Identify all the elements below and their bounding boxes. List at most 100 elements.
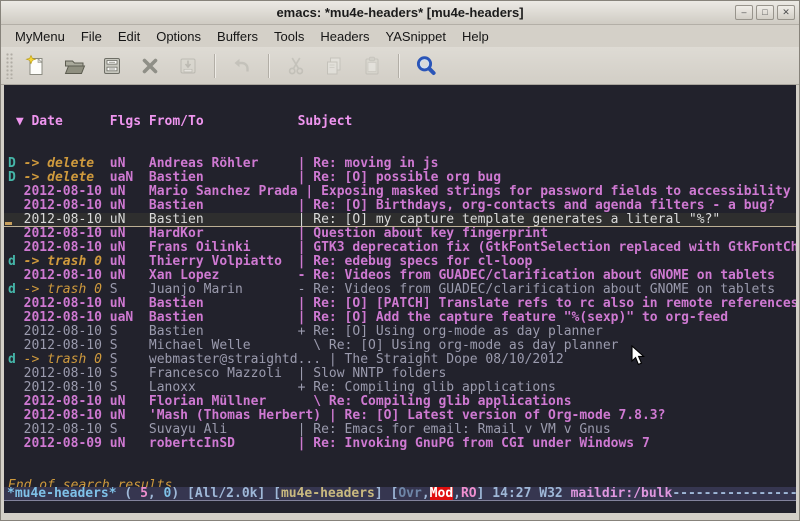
message-text: 2012-08-10 S Bastien + Re: [O] Using org… <box>8 324 603 339</box>
close-button[interactable]: ✕ <box>777 5 795 20</box>
toolbar-grip-handle[interactable] <box>6 53 14 79</box>
toolbar-separator <box>214 54 216 78</box>
toolbar-separator <box>268 54 270 78</box>
message-row[interactable]: d -> trash 0 uN Thierry Volpiatto | Re: … <box>4 255 796 269</box>
modeline-segment: Ovr <box>398 487 421 501</box>
modeline-segment: *mu4e-headers* <box>7 487 117 501</box>
message-row[interactable]: 2012-08-09 uN robertcInSD | Re: Invoking… <box>4 437 796 451</box>
message-text: 2012-08-10 uN Bastien | Re: [O] Birthday… <box>8 198 775 213</box>
maximize-button[interactable]: □ <box>756 5 774 20</box>
mark-action: -> delete <box>16 156 102 171</box>
copy-button <box>317 51 351 81</box>
paste-icon <box>360 54 384 78</box>
message-text: 2012-08-10 uN Xan Lopez - Re: Videos fro… <box>8 268 775 283</box>
message-row[interactable]: 2012-08-10 S Michael Welle \ Re: [O] Usi… <box>4 339 796 353</box>
message-row[interactable]: 2012-08-10 uN Mario Sanchez Prada | Expo… <box>4 185 796 199</box>
modeline-segment: maildir:/bulk <box>571 487 673 501</box>
message-row[interactable]: 2012-08-10 S Lanoxx + Re: Compiling glib… <box>4 381 796 395</box>
message-text: 2012-08-10 uN Mario Sanchez Prada | Expo… <box>8 184 791 199</box>
message-row[interactable]: 2012-08-10 uN Florian Müllner \ Re: Comp… <box>4 395 796 409</box>
mark-action: -> delete <box>16 170 102 185</box>
menu-headers[interactable]: Headers <box>312 27 377 46</box>
save-button[interactable] <box>95 51 129 81</box>
window-controls: –□✕ <box>735 5 795 20</box>
toolbar <box>1 47 799 85</box>
message-text: S webmaster@straightd... | The Straight … <box>102 352 564 367</box>
message-list: D -> delete uN Andreas Röhler | Re: movi… <box>4 157 796 451</box>
mark-action: -> trash 0 <box>16 282 102 297</box>
modeline-segment: Mod <box>430 487 453 501</box>
undo-button <box>225 51 259 81</box>
mark-char: d <box>8 254 16 269</box>
search-button[interactable] <box>409 51 443 81</box>
menu-buffers[interactable]: Buffers <box>209 27 266 46</box>
message-row[interactable]: 2012-08-10 uN Frans Oilinki | GTK3 depre… <box>4 241 796 255</box>
save-as-icon <box>176 54 200 78</box>
modeline-segment: , <box>148 487 164 501</box>
new-file-icon <box>24 54 48 78</box>
header-line: ▼ Date Flgs From/To Subject <box>4 115 796 129</box>
menu-yasnippet[interactable]: YASnippet <box>377 27 453 46</box>
message-row[interactable]: 2012-08-10 uaN Bastien | Re: [O] Add the… <box>4 311 796 325</box>
message-text: 2012-08-10 S Suvayu Ali | Re: Emacs for … <box>8 422 611 437</box>
minimize-button[interactable]: – <box>735 5 753 20</box>
close-buffer-icon <box>138 54 162 78</box>
mark-char: d <box>8 352 16 367</box>
message-text: 2012-08-10 uN 'Mash (Thomas Herbert) | R… <box>8 408 665 423</box>
modeline-segment: [All/2.0k] <box>187 487 273 501</box>
message-row[interactable]: 2012-08-10 S Suvayu Ali | Re: Emacs for … <box>4 423 796 437</box>
modeline: *mu4e-headers* ( 5, 0) [All/2.0k] [mu4e-… <box>4 487 796 501</box>
save-icon <box>100 54 124 78</box>
message-text: uN Andreas Röhler | Re: moving in js <box>102 156 439 171</box>
echo-area <box>4 501 796 513</box>
message-text: 2012-08-10 uN Florian Müllner \ Re: Comp… <box>8 394 572 409</box>
message-row[interactable]: 2012-08-10 S Francesco Mazzoli | Slow NN… <box>4 367 796 381</box>
close-buffer-button[interactable] <box>133 51 167 81</box>
message-row[interactable]: 2012-08-10 uN Bastien | Re: [O] [PATCH] … <box>4 297 796 311</box>
menu-file[interactable]: File <box>73 27 110 46</box>
modeline-segment: ( <box>117 487 140 501</box>
end-of-results-text: End of search results <box>4 479 796 487</box>
menu-mymenu[interactable]: MyMenu <box>7 27 73 46</box>
message-row[interactable]: 2012-08-10 uN Bastien | Re: [O] Birthday… <box>4 199 796 213</box>
window-frame: emacs: *mu4e-headers* [mu4e-headers] –□✕… <box>0 0 800 521</box>
message-text: 2012-08-09 uN robertcInSD | Re: Invoking… <box>8 436 650 451</box>
menu-edit[interactable]: Edit <box>110 27 148 46</box>
text-cursor <box>5 222 12 225</box>
mouse-cursor <box>631 345 646 367</box>
titlebar: emacs: *mu4e-headers* [mu4e-headers] –□✕ <box>1 1 799 25</box>
message-row[interactable]: D -> delete uN Andreas Röhler | Re: movi… <box>4 157 796 171</box>
modeline-segment: mu4e-headers <box>281 487 375 501</box>
menubar: MyMenuFileEditOptionsBuffersToolsHeaders… <box>1 25 799 47</box>
open-folder-button[interactable] <box>57 51 91 81</box>
message-row[interactable]: 2012-08-10 uN 'Mash (Thomas Herbert) | R… <box>4 409 796 423</box>
message-row[interactable]: d -> trash 0 S webmaster@straightd... | … <box>4 353 796 367</box>
message-text: 2012-08-10 S Michael Welle \ Re: [O] Usi… <box>8 338 618 353</box>
copy-icon <box>322 54 346 78</box>
mark-action: -> trash 0 <box>16 254 102 269</box>
message-row[interactable]: D -> delete uaN Bastien | Re: [O] possib… <box>4 171 796 185</box>
save-as-button <box>171 51 205 81</box>
message-row[interactable]: 2012-08-10 S Bastien + Re: [O] Using org… <box>4 325 796 339</box>
open-folder-icon <box>62 54 86 78</box>
mark-action: -> trash 0 <box>16 352 102 367</box>
window-title: emacs: *mu4e-headers* [mu4e-headers] <box>276 5 523 20</box>
message-row[interactable]: d -> trash 0 S Juanjo Marin - Re: Videos… <box>4 283 796 297</box>
new-file-button[interactable] <box>19 51 53 81</box>
cut-icon <box>284 54 308 78</box>
message-text: 2012-08-10 S Lanoxx + Re: Compiling glib… <box>8 380 556 395</box>
menu-help[interactable]: Help <box>454 27 497 46</box>
message-row[interactable]: 2012-08-10 uN HardKor | Question about k… <box>4 227 796 241</box>
message-row[interactable]: 2012-08-10 uN Bastien | Re: [O] my captu… <box>4 213 796 227</box>
message-text: 2012-08-10 uN Bastien | Re: [O] my captu… <box>8 212 720 227</box>
message-text: uN Thierry Volpiatto | Re: edebug specs … <box>102 254 532 269</box>
menu-options[interactable]: Options <box>148 27 209 46</box>
message-text: 2012-08-10 uN Frans Oilinki | GTK3 depre… <box>8 240 796 255</box>
message-row[interactable]: 2012-08-10 uN Xan Lopez - Re: Videos fro… <box>4 269 796 283</box>
modeline-segment: 14:27 W32 <box>492 487 570 501</box>
menu-tools[interactable]: Tools <box>266 27 312 46</box>
modeline-segment: , <box>453 487 461 501</box>
modeline-segment: ) <box>171 487 187 501</box>
mu4e-headers-buffer: ▼ Date Flgs From/To Subject D -> delete … <box>4 85 796 487</box>
toolbar-separator <box>398 54 400 78</box>
